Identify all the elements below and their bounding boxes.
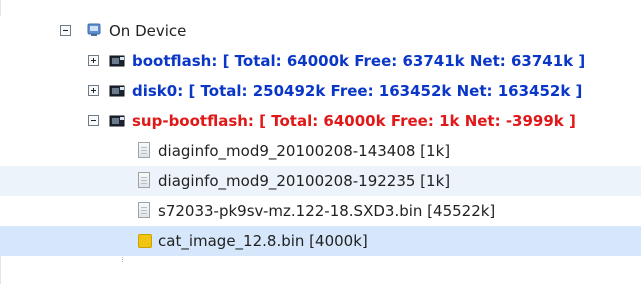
file-row[interactable]: diaginfo_mod9_20100208-192235 [1k]	[0, 166, 641, 196]
selected-file-row[interactable]: cat_image_12.8.bin [4000k]	[0, 226, 641, 256]
disk0-label: disk0: [ Total: 250492k Free: 163452k Ne…	[132, 82, 583, 100]
storage-chip-icon	[109, 85, 125, 97]
device-icon	[87, 23, 101, 36]
file-label: s72033-pk9sv-mz.122-18.SXD3.bin [45522k]	[158, 202, 496, 220]
file-icon	[138, 202, 150, 218]
image-file-icon	[138, 234, 152, 248]
file-label: diaginfo_mod9_20100208-192235 [1k]	[158, 172, 451, 190]
file-icon	[138, 142, 150, 158]
tree-root-label: On Device	[109, 22, 187, 40]
expand-disk0-icon[interactable]	[88, 85, 99, 96]
file-label: cat_image_12.8.bin [4000k]	[158, 232, 368, 250]
file-label: diaginfo_mod9_20100208-143408 [1k]	[158, 142, 451, 160]
bootflash-label: bootflash: [ Total: 64000k Free: 63741k …	[132, 52, 586, 70]
storage-chip-icon	[109, 55, 125, 67]
collapse-sup-bootflash-icon[interactable]	[88, 115, 99, 126]
sup-bootflash-label: sup-bootflash: [ Total: 64000k Free: 1k …	[132, 112, 576, 130]
file-row[interactable]: s72033-pk9sv-mz.122-18.SXD3.bin [45522k]	[0, 196, 641, 226]
tree-item-sup-bootflash[interactable]: sup-bootflash: [ Total: 64000k Free: 1k …	[0, 106, 641, 136]
device-tree-view: On Device bootflash: [ Total: 64000k Fre…	[0, 0, 641, 284]
tree-root-row[interactable]: On Device	[0, 16, 641, 46]
tree-item-bootflash[interactable]: bootflash: [ Total: 64000k Free: 63741k …	[0, 46, 641, 76]
collapse-root-icon[interactable]	[60, 25, 71, 36]
expand-bootflash-icon[interactable]	[88, 55, 99, 66]
tree-item-disk0[interactable]: disk0: [ Total: 250492k Free: 163452k Ne…	[0, 76, 641, 106]
file-icon	[138, 172, 150, 188]
file-row[interactable]: diaginfo_mod9_20100208-143408 [1k]	[0, 136, 641, 166]
storage-chip-icon	[109, 115, 125, 127]
